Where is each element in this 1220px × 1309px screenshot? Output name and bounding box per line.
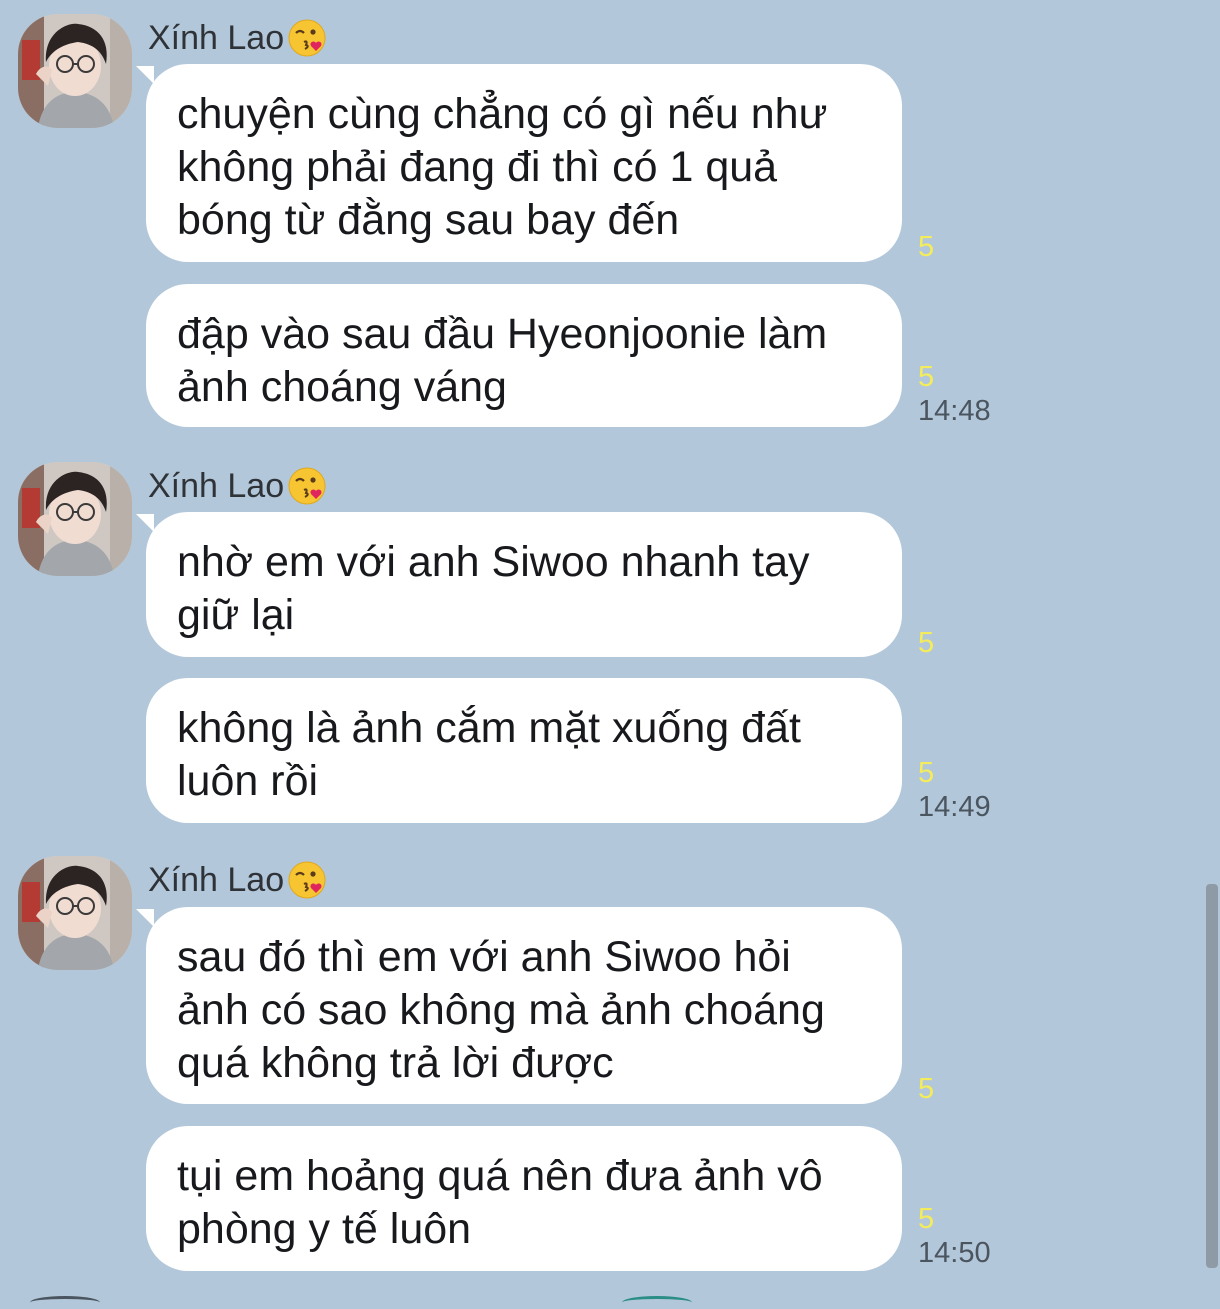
bottom-edge-shape [30, 1296, 100, 1309]
message-group: Xính Lao nhờ em với anh Siwoo nhanh tay … [0, 462, 1200, 832]
avatar[interactable] [18, 14, 132, 128]
unread-count: 5 [918, 231, 935, 263]
sender-header: Xính Lao [148, 466, 328, 506]
sender-header: Xính Lao [148, 860, 328, 900]
chat-room[interactable]: Xính Lao chuyện cùng chẳng có gì nếu như… [0, 0, 1220, 1302]
message-bubble[interactable]: chuyện cùng chẳng có gì nếu như không ph… [136, 64, 902, 262]
message-bubble[interactable]: không là ảnh cắm mặt xuống đất luôn rồi [146, 678, 902, 823]
message-timestamp: 14:48 [918, 395, 991, 427]
scrollbar[interactable] [1206, 884, 1218, 1268]
sender-name: Xính Lao [148, 861, 285, 899]
kissing-heart-emoji-icon [286, 465, 328, 507]
unread-count: 5 [918, 361, 935, 393]
message-group: Xính Lao sau đó thì em với anh Siwoo hỏi… [0, 856, 1200, 1276]
message-timestamp: 14:50 [918, 1237, 991, 1269]
message-bubble[interactable]: nhờ em với anh Siwoo nhanh tay giữ lại [136, 512, 902, 657]
sender-header: Xính Lao [148, 18, 328, 58]
message-group: Xính Lao chuyện cùng chẳng có gì nếu như… [0, 14, 1200, 434]
sender-name: Xính Lao [148, 467, 285, 505]
message-bubble[interactable]: tụi em hoảng quá nên đưa ảnh vô phòng y … [146, 1126, 902, 1271]
unread-count: 5 [918, 1203, 935, 1235]
unread-count: 5 [918, 627, 935, 659]
unread-count: 5 [918, 1073, 935, 1105]
message-timestamp: 14:49 [918, 791, 991, 823]
bottom-edge-shape [622, 1296, 692, 1309]
message-bubble[interactable]: đập vào sau đầu Hyeonjoonie làm ảnh choá… [146, 284, 902, 427]
message-bubble[interactable]: sau đó thì em với anh Siwoo hỏi ảnh có s… [136, 907, 902, 1104]
avatar[interactable] [18, 856, 132, 970]
kissing-heart-emoji-icon [286, 859, 328, 901]
avatar[interactable] [18, 462, 132, 576]
kissing-heart-emoji-icon [286, 17, 328, 59]
sender-name: Xính Lao [148, 19, 285, 57]
unread-count: 5 [918, 757, 935, 789]
